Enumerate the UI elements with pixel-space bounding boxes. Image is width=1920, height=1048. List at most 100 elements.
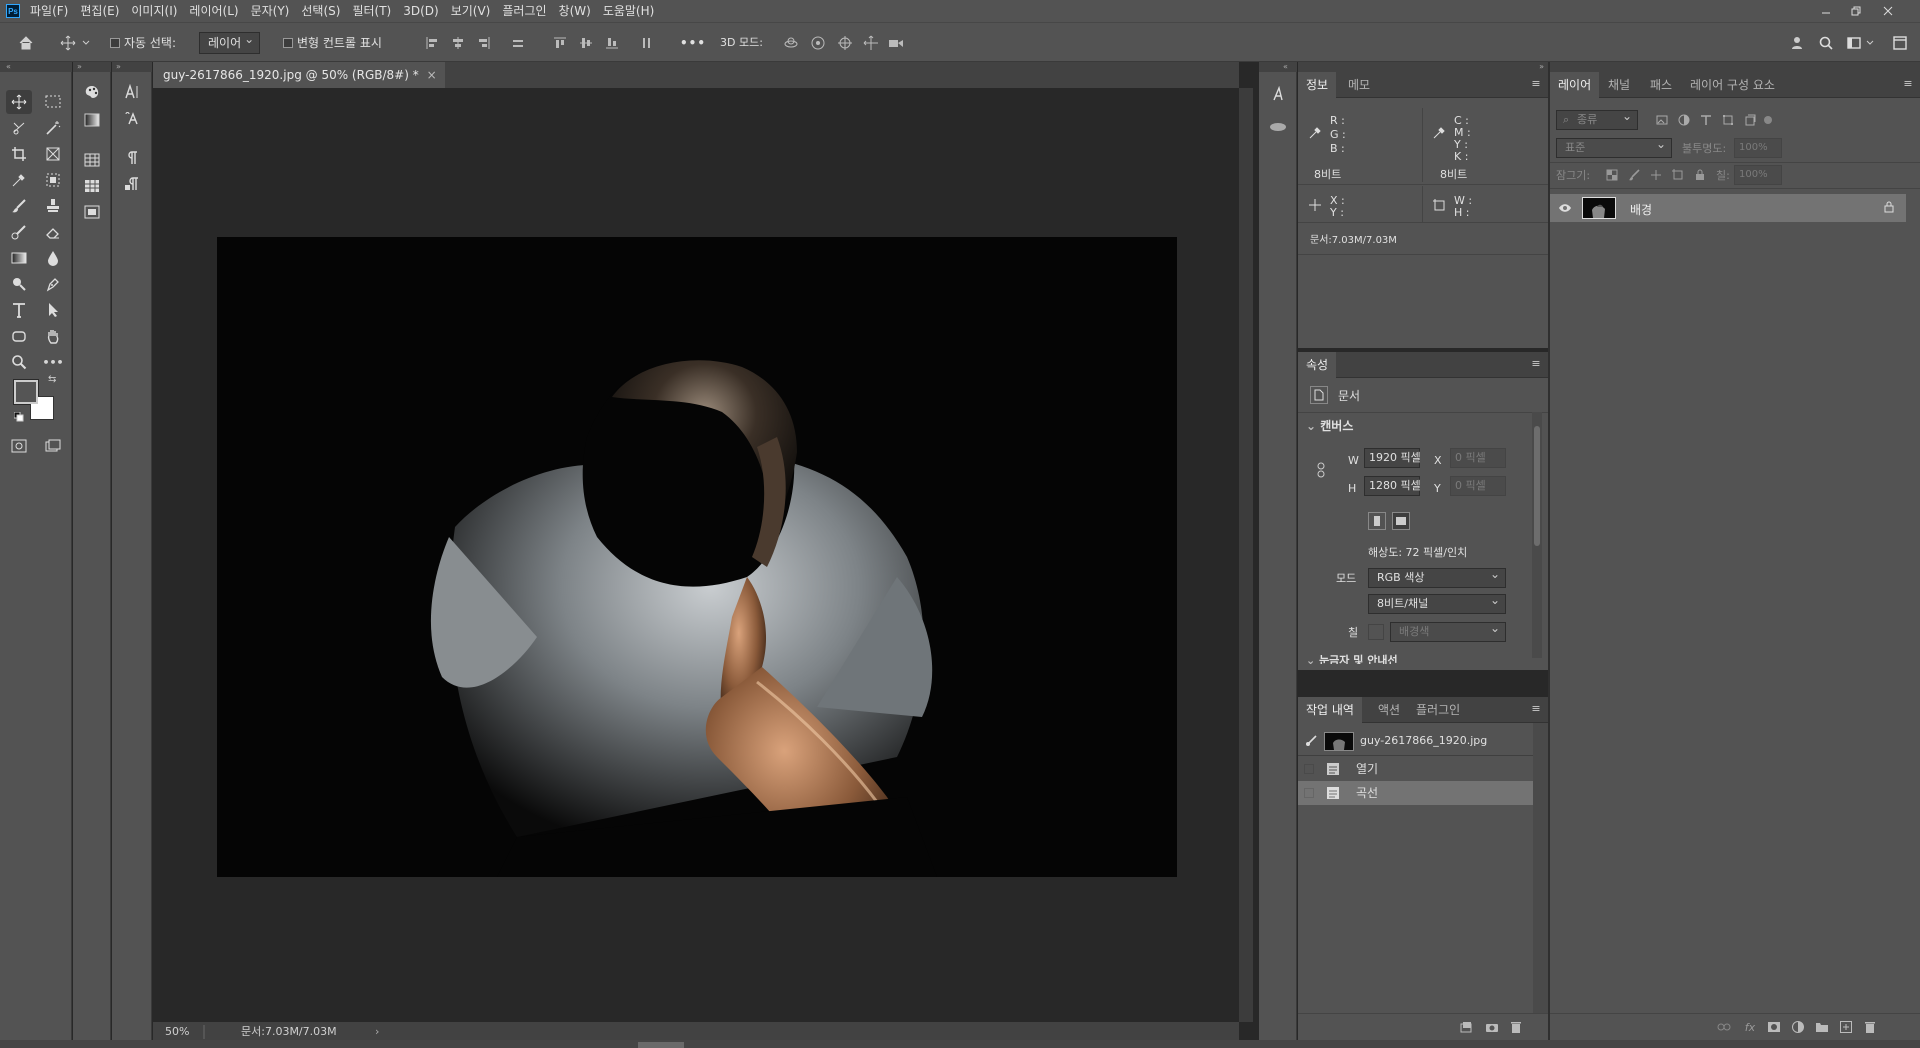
menu-type[interactable]: 문자(Y) (245, 0, 296, 22)
layer-name[interactable]: 배경 (1630, 201, 1652, 218)
roll-3d-icon[interactable] (808, 33, 828, 53)
workspace-icon[interactable] (1844, 33, 1864, 53)
tab-paths[interactable]: 패스 (1642, 72, 1680, 98)
tab-plugins[interactable]: 플러그인 (1408, 697, 1468, 723)
history-brush-source-icon[interactable] (1304, 735, 1318, 747)
align-bottom-icon[interactable] (602, 33, 622, 53)
hand-tool-icon[interactable] (40, 324, 66, 348)
menu-window[interactable]: 창(W) (553, 0, 597, 22)
camera-snapshot-icon[interactable] (1484, 1019, 1500, 1035)
frame-panel-icon[interactable] (79, 200, 105, 224)
marquee-tool-icon[interactable] (40, 90, 66, 114)
fill-dropdown[interactable]: 배경색 (1390, 619, 1506, 642)
link-layers-icon[interactable] (1716, 1019, 1732, 1035)
document-scrollbar[interactable] (1239, 88, 1253, 1022)
frame-tool-icon[interactable] (40, 142, 66, 166)
panel-menu-icon[interactable]: ≡ (1530, 358, 1542, 370)
lasso-tool-icon[interactable] (6, 116, 32, 140)
foreground-color-front[interactable] (14, 380, 38, 404)
lock-image-icon[interactable] (1626, 167, 1642, 183)
filter-smart-object-icon[interactable] (1742, 112, 1758, 128)
filter-type-icon[interactable] (1698, 112, 1714, 128)
move-tool-icon[interactable] (6, 90, 32, 114)
distribute-icon[interactable] (508, 33, 528, 53)
type-tool-icon[interactable] (6, 298, 32, 322)
lock-artboard-icon[interactable] (1670, 167, 1686, 183)
auto-select-checkbox[interactable]: 자동 선택: (110, 34, 176, 52)
magic-wand-tool-icon[interactable] (40, 116, 66, 140)
orbit-3d-icon[interactable] (781, 33, 801, 53)
share-icon[interactable] (1788, 33, 1808, 53)
history-snapshot[interactable]: guy-2617866_1920.jpg (1298, 729, 1533, 753)
edit-toolbar-icon[interactable]: ••• (40, 350, 66, 374)
color-mode-dropdown[interactable]: RGB 색상 (1368, 565, 1506, 588)
collapse-arrows-icon[interactable]: « (1259, 62, 1297, 72)
canvas-y-field[interactable]: 0 픽셀 (1450, 476, 1506, 496)
new-group-icon[interactable] (1814, 1019, 1830, 1035)
menu-filter[interactable]: 필터(T) (346, 0, 397, 22)
fill-field[interactable]: 100% (1734, 165, 1782, 185)
canvas-width-field[interactable]: 1920 픽셀 (1364, 448, 1421, 468)
status-chevron-icon[interactable]: › (375, 1022, 379, 1042)
screen-mode-icon[interactable] (40, 434, 66, 458)
trash-icon[interactable] (1508, 1019, 1524, 1035)
tab-notes[interactable]: 메모 (1340, 72, 1378, 98)
pen-tool-icon[interactable] (40, 272, 66, 296)
character-style-icon[interactable] (1265, 82, 1291, 106)
auto-select-dropdown[interactable]: 레이어 (199, 29, 261, 54)
menu-select[interactable]: 선택(S) (295, 0, 346, 22)
shape-tool-icon[interactable] (6, 324, 32, 348)
minimize-icon[interactable] (1812, 0, 1840, 22)
lock-icon[interactable] (1884, 201, 1894, 213)
brush-tool-icon[interactable] (6, 194, 32, 218)
gradients-panel-icon[interactable] (79, 108, 105, 132)
panel-menu-icon[interactable]: ≡ (1902, 78, 1914, 90)
close-tab-icon[interactable]: × (427, 62, 437, 88)
history-item-open[interactable]: 열기 (1298, 757, 1533, 781)
tab-info[interactable]: 정보 (1298, 72, 1337, 98)
path-selection-tool-icon[interactable] (40, 298, 66, 322)
default-colors-icon[interactable] (14, 412, 24, 422)
history-source-box[interactable] (1304, 788, 1314, 798)
dodge-tool-icon[interactable] (6, 272, 32, 296)
cloud-icon[interactable] (1265, 114, 1291, 138)
new-document-from-state-icon[interactable] (1458, 1019, 1474, 1035)
panel-menu-icon[interactable]: ≡ (1530, 703, 1542, 715)
align-top-icon[interactable] (550, 33, 570, 53)
collapse-arrows-icon[interactable]: » (1298, 62, 1548, 72)
blur-tool-icon[interactable] (40, 246, 66, 270)
panel-toggle-icon[interactable] (1890, 33, 1910, 53)
tab-layers[interactable]: 레이어 (1550, 72, 1600, 98)
more-options-button[interactable]: ••• (680, 34, 706, 52)
canvas-height-field[interactable]: 1280 픽셀 (1364, 476, 1421, 496)
lock-position-icon[interactable] (1648, 167, 1664, 183)
menu-image[interactable]: 이미지(I) (125, 0, 183, 22)
lock-transparent-icon[interactable] (1604, 167, 1620, 183)
tool-preset-chevron-icon[interactable] (80, 33, 92, 53)
tab-actions[interactable]: 액션 (1370, 697, 1408, 723)
opacity-field[interactable]: 100% (1734, 138, 1782, 158)
grid-panel-icon[interactable] (79, 174, 105, 198)
add-mask-icon[interactable] (1766, 1019, 1782, 1035)
filter-pixel-icon[interactable] (1654, 112, 1670, 128)
swap-colors-icon[interactable]: ⇆ (48, 374, 56, 385)
paragraph-panel-icon[interactable] (119, 146, 145, 170)
slide-3d-icon[interactable] (861, 33, 881, 53)
scrollbar-thumb[interactable] (1534, 426, 1540, 546)
canvas-x-field[interactable]: 0 픽셀 (1450, 448, 1506, 468)
workspace-chevron-icon[interactable] (1864, 33, 1876, 53)
zoom-level[interactable]: 50% (165, 1022, 189, 1042)
document-tab[interactable]: guy-2617866_1920.jpg @ 50% (RGB/8#) * × (153, 62, 445, 88)
portrait-orientation-button[interactable] (1368, 512, 1386, 530)
crop-tool-icon[interactable] (6, 142, 32, 166)
tab-properties[interactable]: 속성 (1298, 352, 1337, 378)
adjustment-layer-icon[interactable] (1790, 1019, 1806, 1035)
blend-mode-dropdown[interactable]: 표준 (1556, 135, 1672, 158)
paragraph-styles-icon[interactable] (119, 172, 145, 196)
eyedropper-tool-icon[interactable] (6, 168, 32, 192)
table-panel-icon[interactable] (79, 148, 105, 172)
close-icon[interactable] (1874, 0, 1902, 22)
align-center-icon[interactable] (448, 33, 468, 53)
search-icon[interactable] (1816, 33, 1836, 53)
move-tool-icon[interactable] (58, 33, 78, 53)
